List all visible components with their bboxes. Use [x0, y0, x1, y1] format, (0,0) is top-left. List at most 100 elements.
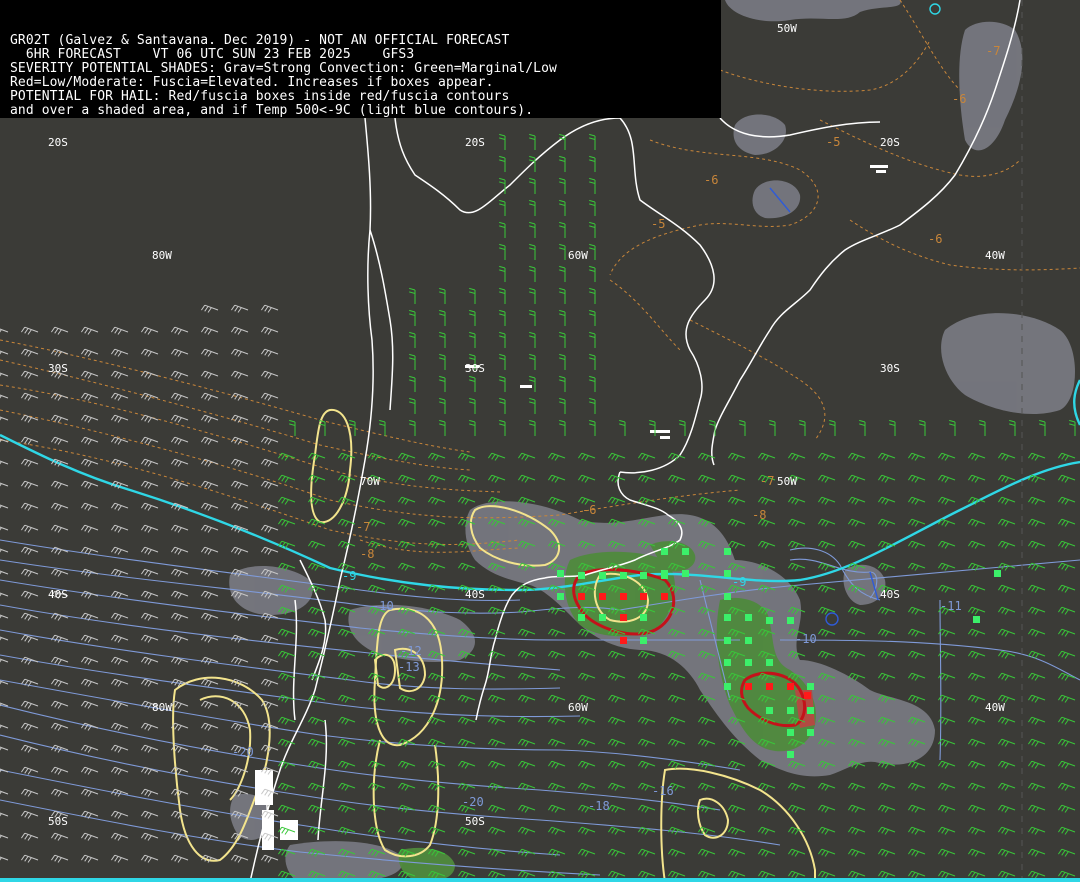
wind-barb	[409, 397, 416, 414]
wind-barb	[967, 606, 986, 615]
wind-barb	[200, 590, 219, 599]
wind-barb	[739, 419, 746, 436]
wind-barb	[1027, 540, 1046, 549]
wind-barb	[50, 854, 69, 863]
wind-barb	[967, 452, 986, 461]
green-severity-box	[787, 751, 794, 758]
wind-barb	[487, 474, 506, 483]
wind-barb	[230, 502, 249, 511]
lat-label: 50S	[48, 815, 68, 828]
wind-barb	[397, 782, 416, 791]
wind-barb	[457, 738, 476, 747]
wind-barb	[787, 496, 806, 505]
wind-barb	[877, 474, 896, 483]
wind-barb	[307, 672, 326, 681]
wind-barb	[50, 568, 69, 577]
wind-barb	[607, 474, 626, 483]
wind-barb	[487, 804, 506, 813]
wind-barb	[307, 452, 326, 461]
wind-barb	[907, 694, 926, 703]
wind-barb	[397, 562, 416, 571]
lon-label: 50W	[777, 475, 797, 488]
wind-barb	[559, 199, 566, 216]
wind-barb	[1027, 738, 1046, 747]
wind-barb	[140, 480, 159, 489]
wind-barb	[697, 496, 716, 505]
wind-barb	[577, 452, 596, 461]
wind-barb	[50, 766, 69, 775]
wind-barb	[170, 414, 189, 423]
wind-barb	[1057, 760, 1076, 769]
wind-barb	[200, 392, 219, 401]
wind-barb	[0, 746, 9, 751]
wind-barb	[499, 221, 506, 238]
wind-barb	[260, 678, 279, 687]
wind-barb	[20, 612, 39, 621]
wind-barb	[577, 474, 596, 483]
green-severity-box	[578, 614, 585, 621]
wind-barb	[817, 650, 836, 659]
lat-label: 20S	[465, 136, 485, 149]
wind-barb	[589, 221, 596, 238]
wind-barb	[997, 628, 1016, 637]
wind-barb	[727, 760, 746, 769]
contour-label: -9	[732, 575, 746, 589]
wind-barb	[80, 326, 99, 335]
wind-barb	[1027, 452, 1046, 461]
wind-barb	[260, 370, 279, 379]
contour-label: -11	[940, 599, 962, 613]
wind-barb	[1027, 716, 1046, 725]
wind-barb	[547, 496, 566, 505]
red-severity-box	[766, 683, 773, 690]
wind-barb	[170, 634, 189, 643]
wind-barb	[1057, 474, 1076, 483]
wind-barb	[230, 348, 249, 357]
wind-barb	[110, 392, 129, 401]
wind-barb	[260, 326, 279, 335]
wind-barb	[607, 760, 626, 769]
wind-barb	[817, 496, 836, 505]
wind-barb	[847, 496, 866, 505]
green-severity-box	[724, 593, 731, 600]
green-severity-box	[640, 637, 647, 644]
wind-barb	[397, 672, 416, 681]
wind-barb	[787, 518, 806, 527]
wind-barb	[427, 474, 446, 483]
wind-barb	[110, 744, 129, 753]
wind-barb	[559, 309, 566, 326]
wind-barb	[110, 634, 129, 643]
header-hail-line: POTENTIAL FOR HAIL: Red/fuscia boxes ins…	[10, 89, 510, 104]
wind-barb	[499, 331, 506, 348]
wind-barb	[997, 518, 1016, 527]
wind-barb	[517, 628, 536, 637]
wind-barb	[80, 524, 99, 533]
wind-barb	[50, 436, 69, 445]
wind-barb	[877, 650, 896, 659]
wind-barb	[140, 326, 159, 335]
wind-barb	[1057, 628, 1076, 637]
wind-barb	[469, 375, 476, 392]
wind-barb	[817, 848, 836, 857]
wind-barb	[80, 656, 99, 665]
wind-barb	[1057, 672, 1076, 681]
wind-barb	[967, 826, 986, 835]
wind-barb	[50, 832, 69, 841]
wind-barb	[0, 636, 9, 641]
wind-barb	[110, 370, 129, 379]
wind-barb	[697, 474, 716, 483]
wind-barb	[277, 716, 296, 725]
wind-barb	[847, 782, 866, 791]
wind-barb	[230, 370, 249, 379]
wind-barb	[0, 724, 9, 729]
wind-barb	[787, 848, 806, 857]
wind-barb	[967, 474, 986, 483]
wind-barb	[967, 848, 986, 857]
wind-barb	[230, 458, 249, 467]
wind-barb	[967, 782, 986, 791]
header-hail-line: and over a shaded area, and if Temp 500<…	[10, 103, 534, 118]
wind-barb	[110, 678, 129, 687]
wind-barb	[20, 788, 39, 797]
wind-barb	[697, 826, 716, 835]
lon-label: 40W	[985, 701, 1005, 714]
wind-barb	[20, 766, 39, 775]
